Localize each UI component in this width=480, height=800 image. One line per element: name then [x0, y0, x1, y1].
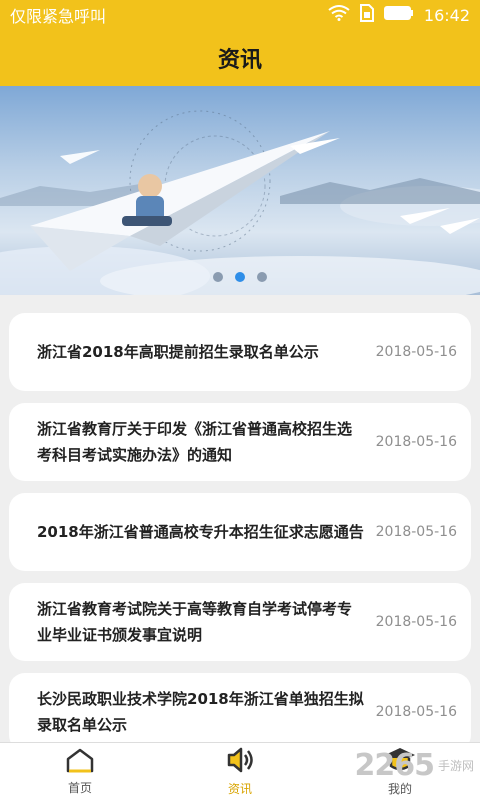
news-item[interactable]: 浙江省2018年高职提前招生录取名单公示 2018-05-16	[9, 313, 471, 391]
watermark-logo: 2265	[354, 748, 434, 783]
news-list: 浙江省2018年高职提前招生录取名单公示 2018-05-16 浙江省教育厅关于…	[0, 295, 480, 742]
news-item[interactable]: 浙江省教育厅关于印发《浙江省普通高校招生选考科目考试实施办法》的通知 2018-…	[9, 403, 471, 481]
carousel-dot[interactable]	[213, 272, 223, 282]
news-title: 浙江省教育厅关于印发《浙江省普通高校招生选考科目考试实施办法》的通知	[37, 420, 353, 464]
news-date: 2018-05-16	[375, 614, 457, 630]
carousel-dot[interactable]	[257, 272, 267, 282]
news-title: 浙江省教育考试院关于高等教育自学考试停考专业毕业证书颁发事宜说明	[37, 600, 353, 644]
banner-carousel[interactable]	[0, 86, 480, 295]
tab-home[interactable]: 首页	[0, 743, 160, 800]
tab-news[interactable]: 资讯	[160, 743, 320, 800]
status-bar: 仅限紧急呼叫 16:42	[0, 0, 480, 30]
banner-illustration	[0, 110, 480, 295]
news-date: 2018-05-16	[375, 524, 457, 540]
news-date: 2018-05-16	[375, 434, 457, 450]
battery-icon	[383, 5, 414, 25]
tab-label: 资讯	[227, 782, 252, 796]
watermark: 2265 手游网	[354, 748, 474, 783]
news-date: 2018-05-16	[375, 344, 457, 360]
home-icon	[65, 747, 95, 777]
carousel-dot-active[interactable]	[235, 272, 245, 282]
clock-text: 16:42	[423, 5, 470, 25]
app-header: 资讯	[0, 30, 480, 86]
news-item[interactable]: 浙江省教育考试院关于高等教育自学考试停考专业毕业证书颁发事宜说明 2018-05…	[9, 583, 471, 661]
news-title: 2018年浙江省普通高校专升本招生征求志愿通告	[37, 523, 364, 541]
wifi-icon	[328, 5, 350, 25]
news-title: 长沙民政职业技术学院2018年浙江省单独招生拟录取名单公示	[37, 690, 364, 734]
carousel-indicators	[0, 272, 480, 282]
news-title: 浙江省2018年高职提前招生录取名单公示	[37, 343, 319, 361]
page-title: 资讯	[217, 48, 262, 73]
tab-label: 首页	[67, 781, 92, 795]
news-item[interactable]: 长沙民政职业技术学院2018年浙江省单独招生拟录取名单公示 2018-05-16	[9, 673, 471, 742]
news-item[interactable]: 2018年浙江省普通高校专升本招生征求志愿通告 2018-05-16	[9, 493, 471, 571]
watermark-sub: 手游网	[437, 759, 474, 773]
news-date: 2018-05-16	[375, 704, 457, 720]
carrier-text: 仅限紧急呼叫	[10, 7, 107, 26]
speaker-icon	[225, 746, 255, 778]
sim-icon	[359, 4, 374, 26]
